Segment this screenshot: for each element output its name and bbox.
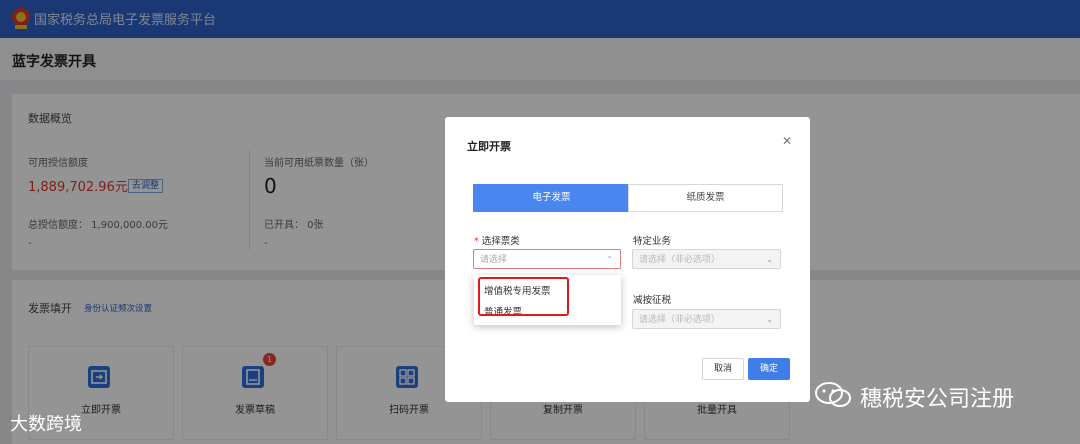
invoice-type-label-text: 选择票类 <box>481 236 520 247</box>
confirm-button[interactable]: 确定 <box>748 358 790 380</box>
tab-paper-invoice[interactable]: 纸质发票 <box>628 184 783 212</box>
special-business-select[interactable]: 请选择（非必选项） ⌄ <box>632 249 781 269</box>
chevron-down-icon: ⌄ <box>766 255 773 264</box>
required-marker: * <box>474 236 482 247</box>
reduce-tax-placeholder: 请选择（非必选项） <box>639 315 721 325</box>
watermark-left: 大数跨境 <box>10 414 82 435</box>
special-business-placeholder: 请选择（非必选项） <box>639 255 721 265</box>
reduce-tax-select[interactable]: 请选择（非必选项） ⌄ <box>632 309 781 329</box>
dialog-title: 立即开票 <box>467 140 511 153</box>
tab-electronic-invoice[interactable]: 电子发票 <box>473 184 630 212</box>
cancel-button[interactable]: 取消 <box>702 358 744 380</box>
invoice-type-select[interactable]: 请选择 ⌃ <box>473 249 621 269</box>
issue-invoice-dialog: 立即开票 ✕ 电子发票 纸质发票 * 选择票类 请选择 ⌃ 特定业务 请选择（非… <box>445 117 810 402</box>
invoice-type-label: * 选择票类 <box>474 233 520 247</box>
wechat-icon <box>815 382 851 407</box>
watermark-right: 穗税安公司注册 <box>860 387 1015 412</box>
reduce-tax-label: 减按征税 <box>633 295 672 306</box>
chevron-up-icon: ⌃ <box>606 255 613 264</box>
invoice-type-dropdown: 增值税专用发票 普通发票 <box>474 275 621 325</box>
special-business-label: 特定业务 <box>633 236 672 247</box>
invoice-type-placeholder: 请选择 <box>480 255 508 265</box>
close-icon[interactable]: ✕ <box>782 134 792 148</box>
highlight-box <box>478 277 569 316</box>
chevron-down-icon: ⌄ <box>766 315 773 324</box>
